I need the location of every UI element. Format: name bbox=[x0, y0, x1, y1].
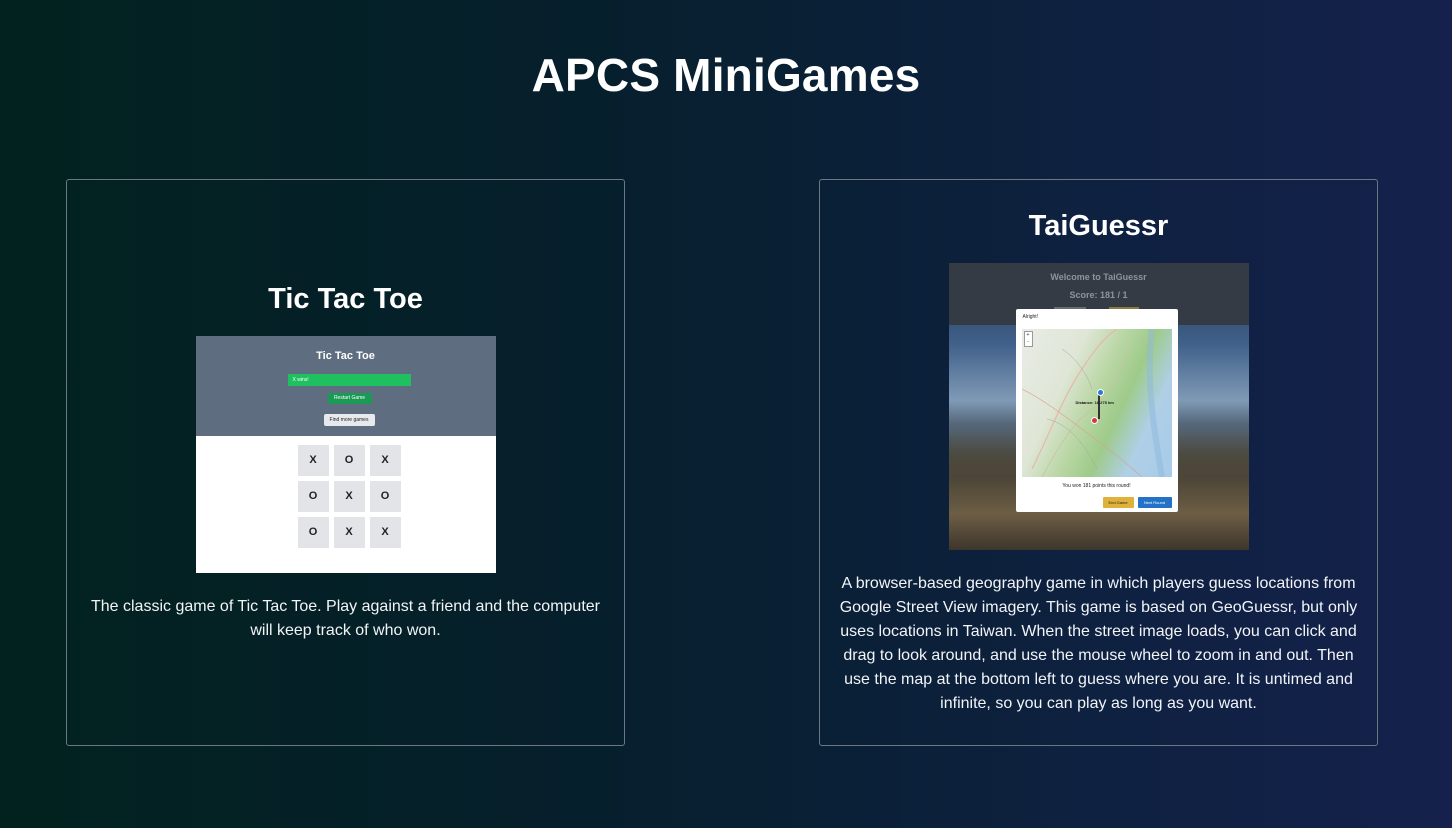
taiguessr-preview-image[interactable]: Welcome to TaiGuessr Score: 181 / 1 Alri… bbox=[948, 262, 1249, 550]
zoom-in-icon: + bbox=[1026, 331, 1030, 338]
page-title: APCS MiniGames bbox=[531, 49, 921, 101]
preview-score: Score: 181 / 1 bbox=[1069, 289, 1128, 300]
preview-restart-button: Restart Game bbox=[327, 392, 372, 404]
modal-header: Alright! bbox=[1022, 313, 1039, 320]
zoom-out-icon: - bbox=[1027, 338, 1029, 345]
zoom-control: + - bbox=[1023, 330, 1033, 347]
board-cell: O bbox=[369, 480, 401, 512]
board-cell: O bbox=[297, 480, 329, 512]
game-title[interactable]: TaiGuessr bbox=[1029, 210, 1169, 243]
preview-title: Tic Tac Toe bbox=[316, 349, 375, 362]
board-cell: X bbox=[333, 516, 365, 548]
board-cell: O bbox=[297, 516, 329, 548]
preview-next-round-button: Next Round bbox=[1137, 496, 1172, 508]
board-cell: X bbox=[333, 480, 365, 512]
round-result: You won 181 points this round! bbox=[1062, 482, 1131, 489]
game-card-tic-tac-toe[interactable]: Tic Tac Toe Tic Tac Toe X wins! Restart … bbox=[66, 179, 625, 746]
tic-tac-toe-preview-image[interactable]: Tic Tac Toe X wins! Restart Game Find mo… bbox=[195, 335, 496, 573]
board-cell: X bbox=[369, 444, 401, 476]
preview-end-game-button: End Game bbox=[1102, 496, 1134, 508]
game-description: The classic game of Tic Tac Toe. Play ag… bbox=[90, 597, 600, 639]
board-cell: X bbox=[369, 516, 401, 548]
game-card-taiguessr[interactable]: TaiGuessr Welcome to TaiGuessr Score: 18… bbox=[819, 179, 1378, 746]
preview-status: X wins! bbox=[287, 373, 411, 386]
preview-more-games-button: Find more games bbox=[323, 413, 375, 426]
preview-result-modal: Alright! + - Distance: 16.275 km You won … bbox=[1015, 308, 1178, 512]
game-title[interactable]: Tic Tac Toe bbox=[268, 283, 423, 316]
guess-line bbox=[1097, 392, 1100, 419]
distance-label: Distance: 16.275 km bbox=[1075, 399, 1114, 405]
board-cell: X bbox=[297, 444, 329, 476]
actual-location-marker-icon bbox=[1096, 388, 1104, 396]
preview-board: X O X O X O O X X bbox=[297, 444, 401, 548]
preview-welcome: Welcome to TaiGuessr bbox=[1050, 271, 1147, 282]
board-cell: O bbox=[333, 444, 365, 476]
game-description: A browser-based geography game in which … bbox=[839, 574, 1358, 712]
taiwan-map: + - Distance: 16.275 km bbox=[1021, 328, 1172, 477]
guess-marker-icon bbox=[1090, 416, 1098, 424]
